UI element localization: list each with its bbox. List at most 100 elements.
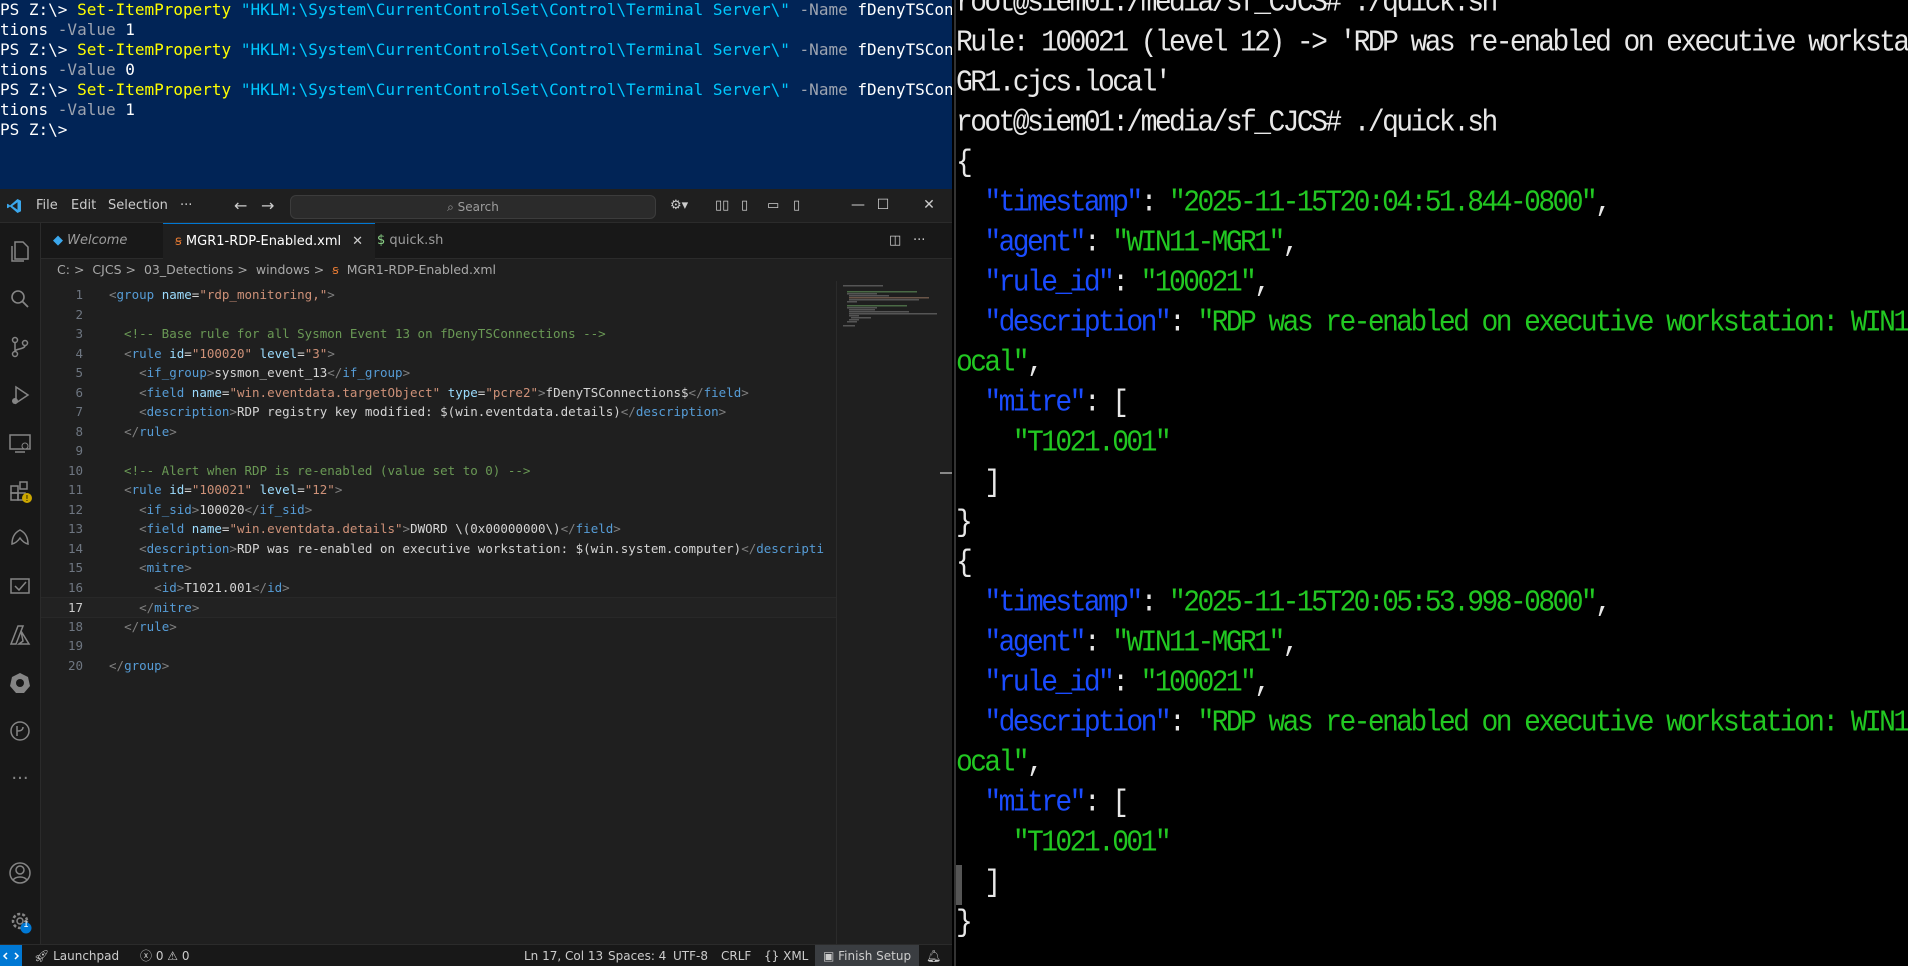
code-line[interactable]: 20 </group> bbox=[41, 656, 836, 675]
code-line[interactable]: 5 <if_group>sysmon_event_13</if_group> bbox=[41, 363, 836, 382]
ps-token: tions bbox=[0, 100, 58, 119]
git-graph-icon[interactable] bbox=[6, 717, 34, 745]
launchpad-button[interactable]: 🚀︎ Launchpad bbox=[34, 945, 119, 966]
code-line[interactable]: 4 <rule id="100020" level="3"> bbox=[41, 344, 836, 363]
code-text: <group name="rdp_monitoring,"> bbox=[109, 287, 335, 302]
terminal-line: ] bbox=[956, 462, 1001, 505]
terminal-line: "description": "RDP was re-enabled on ex… bbox=[956, 302, 1908, 345]
code-line[interactable]: 18 </rule> bbox=[41, 617, 836, 636]
line-ending[interactable]: CRLF bbox=[721, 945, 751, 966]
code-line[interactable]: 3 <!-- Base rule for all Sysmon Event 13… bbox=[41, 324, 836, 343]
terminal-line: { bbox=[956, 542, 973, 585]
ps-token: fDenyTSConnec bbox=[857, 0, 952, 19]
status-bar: 🚀︎ Launchpad ⓧ 0 ⚠ 0 Ln 17, Col 13 Space… bbox=[0, 944, 952, 966]
powershell-window[interactable]: PS Z:\> Set-ItemProperty "HKLM:\System\C… bbox=[0, 0, 952, 189]
terminal-token: } bbox=[956, 906, 973, 941]
encoding[interactable]: UTF-8 bbox=[673, 945, 708, 966]
code-line[interactable]: 11 <rule id="100021" level="12"> bbox=[41, 480, 836, 499]
line-number: 2 bbox=[75, 306, 83, 322]
remote-explorer-icon[interactable] bbox=[6, 429, 34, 457]
breadcrumb-item[interactable]: MGR1-RDP-Enabled.xml bbox=[347, 262, 496, 277]
accounts-icon[interactable] bbox=[6, 859, 34, 887]
code-line[interactable]: 7 <description>RDP registry key modified… bbox=[41, 402, 836, 421]
test-flask-icon[interactable] bbox=[6, 573, 34, 601]
azure-functions-icon[interactable] bbox=[6, 525, 34, 553]
terminal-token: , bbox=[1254, 666, 1271, 701]
toggle-secondary-sidebar-icon[interactable]: ▯ bbox=[793, 189, 800, 222]
code-line[interactable]: 8 </rule> bbox=[41, 422, 836, 441]
terminal-token: { bbox=[956, 546, 973, 581]
code-line[interactable]: 2 bbox=[41, 305, 836, 324]
run-debug-icon[interactable] bbox=[6, 381, 34, 409]
cursor-position[interactable]: Ln 17, Col 13 bbox=[524, 945, 603, 966]
powershell-line: PS Z:\> Set-ItemProperty "HKLM:\System\C… bbox=[0, 40, 952, 60]
remote-indicator-icon[interactable] bbox=[0, 945, 22, 966]
breadcrumb-item[interactable]: CJCS bbox=[92, 262, 121, 277]
terminal-token: { bbox=[956, 146, 973, 181]
back-arrow-icon[interactable]: ← bbox=[234, 189, 247, 222]
code-line[interactable]: 13 <field name="win.eventdata.details">D… bbox=[41, 519, 836, 538]
azure-icon[interactable] bbox=[6, 621, 34, 649]
notifications-bell-icon[interactable]: 🔔︎ bbox=[926, 945, 941, 966]
terminal-line: ] bbox=[956, 862, 1001, 905]
menu-more[interactable]: ··· bbox=[180, 189, 192, 222]
source-control-icon[interactable] bbox=[6, 333, 34, 361]
forward-arrow-icon[interactable]: → bbox=[261, 189, 274, 222]
menu-file[interactable]: File bbox=[36, 189, 58, 222]
terminal-line: Rule: 100021 (level 12) -> 'RDP was re-e… bbox=[956, 22, 1908, 65]
close-tab-icon[interactable]: ✕ bbox=[352, 224, 363, 259]
code-line[interactable]: 6 <field name="win.eventdata.targetObjec… bbox=[41, 383, 836, 402]
breadcrumb-item[interactable]: windows bbox=[256, 262, 310, 277]
search-icon[interactable] bbox=[6, 285, 34, 313]
indentation[interactable]: Spaces: 4 bbox=[608, 945, 666, 966]
terminal-token: ocal" bbox=[956, 346, 1030, 381]
problems-indicator[interactable]: ⓧ 0 ⚠ 0 bbox=[140, 945, 190, 966]
menu-selection[interactable]: Selection bbox=[108, 189, 168, 222]
explorer-icon[interactable] bbox=[6, 237, 34, 265]
tab-mgr1-rdp-enabled-xml[interactable]: ꞩ MGR1-RDP-Enabled.xml ✕ bbox=[163, 223, 375, 259]
vscode-window[interactable]: File Edit Selection ··· ← → ⌕ Search ⚙▾ … bbox=[0, 189, 952, 966]
terminal-token: "RDP was re-enabled on executive worksta… bbox=[1197, 306, 1908, 341]
more-views-icon[interactable]: ··· bbox=[6, 765, 34, 793]
code-line[interactable]: 10 <!-- Alert when RDP is re-enabled (va… bbox=[41, 461, 836, 480]
toggle-primary-sidebar-icon[interactable]: ▯ bbox=[741, 189, 748, 222]
minimap[interactable] bbox=[836, 281, 941, 948]
code-line[interactable]: 15 <mitre> bbox=[41, 558, 836, 577]
terminal-token: "100021" bbox=[1140, 266, 1257, 301]
ps-token: -Value bbox=[57, 100, 116, 119]
terminal-token: , bbox=[1595, 186, 1612, 221]
code-line[interactable]: 19 bbox=[41, 636, 836, 655]
code-line[interactable]: 14 <description>RDP was re-enabled on ex… bbox=[41, 539, 836, 558]
command-center-search[interactable]: ⌕ Search bbox=[290, 195, 656, 219]
layout-customize-icon[interactable]: ▯▯ bbox=[715, 189, 729, 222]
copilot-icon[interactable]: ⚙▾ bbox=[670, 189, 688, 222]
terminal-token: "timestamp" bbox=[984, 186, 1143, 221]
code-line[interactable]: 9 bbox=[41, 441, 836, 460]
language-mode[interactable]: {} XML bbox=[764, 945, 808, 966]
split-editor-icon[interactable]: ◫ bbox=[889, 223, 901, 258]
tab-welcome[interactable]: ◆ Welcome bbox=[41, 223, 157, 258]
code-editor[interactable]: 1 <group name="rdp_monitoring,"> 2 3 <!-- B… bbox=[41, 281, 836, 948]
code-line[interactable]: 1 <group name="rdp_monitoring,"> bbox=[41, 285, 836, 304]
editor-scrollbar[interactable] bbox=[940, 281, 952, 948]
close-window-icon[interactable]: ✕ bbox=[906, 189, 952, 222]
breadcrumb-item[interactable]: C: bbox=[57, 262, 70, 277]
maximize-icon[interactable]: ☐ bbox=[860, 189, 906, 222]
breadcrumb-item[interactable]: 03_Detections bbox=[144, 262, 233, 277]
code-text: <rule id="100020" level="3"> bbox=[124, 345, 335, 361]
kubernetes-icon[interactable] bbox=[6, 669, 34, 697]
more-actions-icon[interactable]: ··· bbox=[913, 223, 925, 258]
linux-terminal[interactable]: root@siem01:/media/sf_CJCS# ./quick.sh Ru… bbox=[954, 0, 1908, 966]
ps-token: fDenyTSConnec bbox=[857, 80, 952, 99]
extensions-icon[interactable]: ! bbox=[6, 477, 34, 505]
menu-edit[interactable]: Edit bbox=[71, 189, 96, 222]
finish-setup-button[interactable]: ▣ Finish Setup bbox=[815, 945, 920, 966]
launchpad-label: Launchpad bbox=[53, 949, 120, 963]
tab-quick-sh[interactable]: $ quick.sh bbox=[365, 223, 477, 258]
toggle-panel-icon[interactable]: ▭ bbox=[767, 189, 779, 222]
code-line[interactable]: 17 </mitre> bbox=[41, 597, 836, 618]
scrollbar-cursor-marker bbox=[940, 472, 952, 474]
code-line[interactable]: 16 <id>T1021.001</id> bbox=[41, 578, 836, 597]
code-line[interactable]: 12 <if_sid>100020</if_sid> bbox=[41, 500, 836, 519]
